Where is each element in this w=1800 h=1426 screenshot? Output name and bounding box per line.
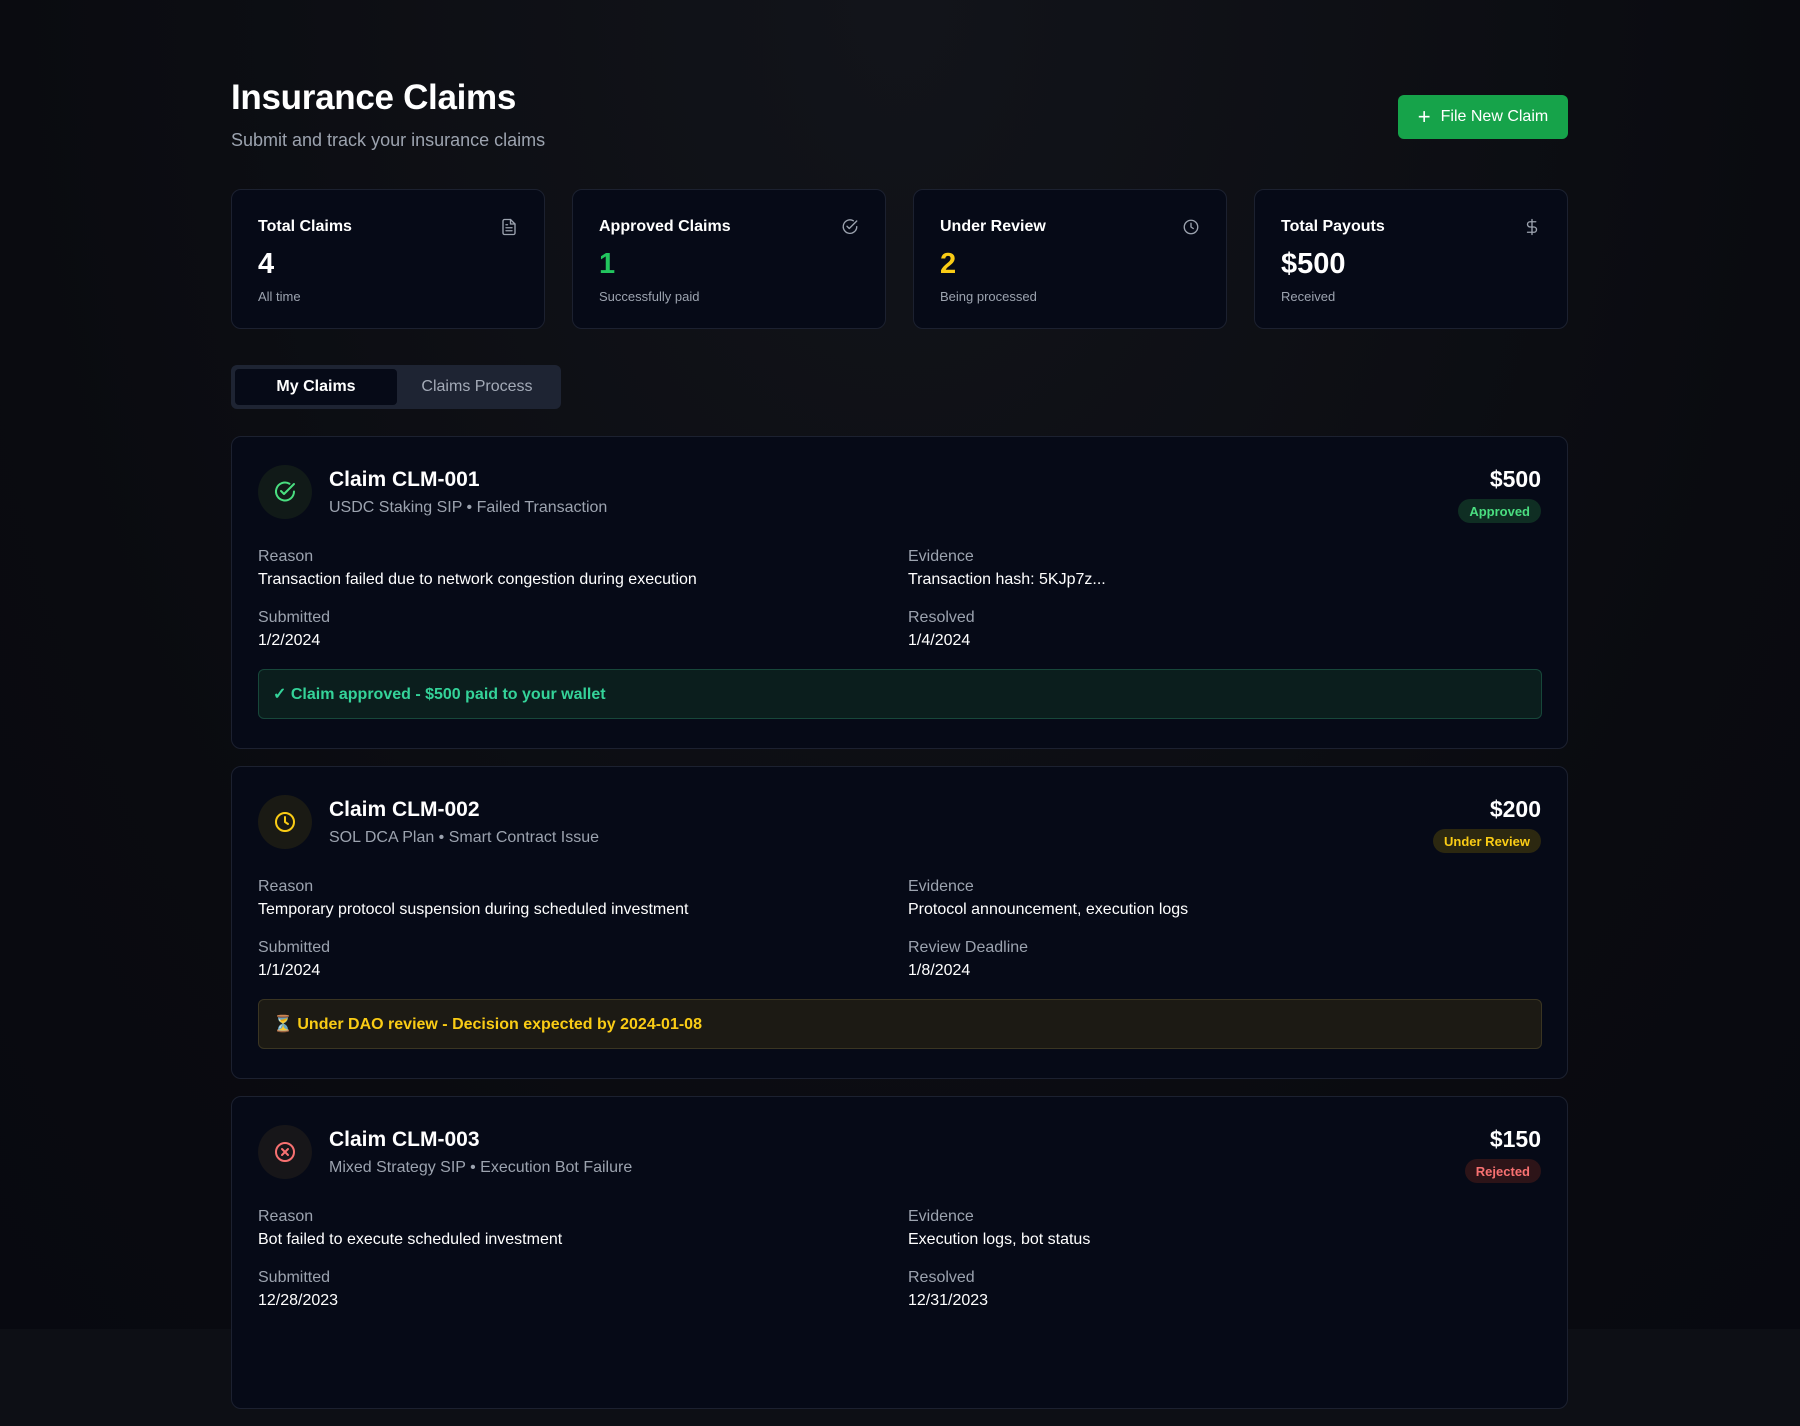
stat-card-under-review: Under Review 2 Being processed xyxy=(913,189,1227,329)
claim-title: Claim CLM-002 xyxy=(329,798,480,821)
submitted-field: Submitted 1/1/2024 xyxy=(258,939,330,980)
stat-card-total-payouts: Total Payouts $500 Received xyxy=(1254,189,1568,329)
claim-amount: $200 xyxy=(1489,796,1541,822)
dollar-icon xyxy=(1526,218,1538,236)
clock-icon xyxy=(275,812,295,832)
stat-value: 2 xyxy=(940,248,957,280)
field-value: Temporary protocol suspension during sch… xyxy=(258,901,689,918)
field-label: Submitted xyxy=(258,939,331,956)
claim-card: Claim CLM-003 Mixed Strategy SIP • Execu… xyxy=(231,1096,1568,1409)
field-value: Bot failed to execute scheduled investme… xyxy=(258,1231,563,1248)
x-circle-icon xyxy=(275,1142,295,1162)
file-new-claim-button[interactable]: + File New Claim xyxy=(1398,95,1568,139)
submitted-field: Submitted 12/28/2023 xyxy=(258,1269,338,1310)
field-label: Submitted xyxy=(258,1269,331,1286)
status-badge: Rejected xyxy=(1464,1159,1541,1183)
claim-amount: $150 xyxy=(1489,1126,1541,1152)
document-icon xyxy=(502,218,516,236)
stat-card-total-claims: Total Claims 4 All time xyxy=(231,189,545,329)
claim-status-icon-wrap xyxy=(258,465,312,519)
check-circle-icon xyxy=(842,219,858,235)
stat-value: 1 xyxy=(599,248,616,280)
page-title: Insurance Claims xyxy=(231,78,517,117)
claim-card: Claim CLM-001 USDC Staking SIP • Failed … xyxy=(231,436,1568,749)
evidence-field: Evidence Transaction hash: 5KJp7z... xyxy=(908,548,1106,589)
status-badge: Approved xyxy=(1458,499,1541,523)
evidence-field: Evidence Protocol announcement, executio… xyxy=(908,878,1188,919)
reason-field: Reason Bot failed to execute scheduled i… xyxy=(258,1208,562,1249)
tab-claims-process[interactable]: Claims Process xyxy=(397,369,557,405)
field-label: Review Deadline xyxy=(908,939,1029,956)
field-value: Execution logs, bot status xyxy=(908,1231,1091,1248)
tab-my-claims[interactable]: My Claims xyxy=(235,369,397,405)
stat-card-approved-claims: Approved Claims 1 Successfully paid xyxy=(572,189,886,329)
claim-meta: Mixed Strategy SIP • Execution Bot Failu… xyxy=(329,1159,633,1176)
stat-title: Approved Claims xyxy=(599,218,731,235)
field-value: 1/4/2024 xyxy=(908,632,971,649)
field-value: 12/28/2023 xyxy=(258,1292,339,1309)
stat-sub: Received xyxy=(1281,289,1336,304)
claim-amount: $500 xyxy=(1489,466,1541,492)
page-subtitle: Submit and track your insurance claims xyxy=(231,130,546,150)
field-label: Reason xyxy=(258,1208,314,1225)
claims-tabs: My Claims Claims Process xyxy=(231,365,561,409)
field-label: Evidence xyxy=(908,1208,974,1225)
resolved-field: Resolved 1/4/2024 xyxy=(908,609,975,650)
field-value: 1/8/2024 xyxy=(908,962,971,979)
stat-value: 4 xyxy=(258,248,275,280)
field-value: Transaction hash: 5KJp7z... xyxy=(908,571,1106,588)
evidence-field: Evidence Execution logs, bot status xyxy=(908,1208,1090,1249)
reason-field: Reason Transaction failed due to network… xyxy=(258,548,697,589)
resolved-field: Resolved 12/31/2023 xyxy=(908,1269,988,1310)
field-value: 12/31/2023 xyxy=(908,1292,989,1309)
check-circle-icon xyxy=(275,481,295,502)
stat-value: $500 xyxy=(1281,248,1346,280)
status-badge: Under Review xyxy=(1433,829,1541,853)
stat-title: Under Review xyxy=(940,218,1046,235)
review-deadline-field: Review Deadline 1/8/2024 xyxy=(908,939,1028,980)
claim-status-icon-wrap xyxy=(258,1125,312,1179)
main-container: Insurance Claims Submit and track your i… xyxy=(231,0,1568,1426)
field-label: Resolved xyxy=(908,609,975,626)
claim-meta: USDC Staking SIP • Failed Transaction xyxy=(329,499,608,516)
field-value: Protocol announcement, execution logs xyxy=(908,901,1189,918)
page-header: Insurance Claims Submit and track your i… xyxy=(231,0,1568,189)
claim-status-note: ⏳ Under DAO review - Decision expected b… xyxy=(258,999,1542,1049)
claim-title: Claim CLM-001 xyxy=(329,468,480,491)
field-label: Evidence xyxy=(908,878,974,895)
claim-status-note: ✓ Claim approved - $500 paid to your wal… xyxy=(258,669,1542,719)
clock-icon xyxy=(1183,219,1199,235)
stats-row: Total Claims 4 All time Approved Claims … xyxy=(231,189,1568,329)
plus-icon: + xyxy=(1417,104,1431,129)
claim-meta: SOL DCA Plan • Smart Contract Issue xyxy=(329,829,599,846)
field-label: Resolved xyxy=(908,1269,975,1286)
field-label: Evidence xyxy=(908,548,974,565)
claim-status-icon-wrap xyxy=(258,795,312,849)
field-value: Transaction failed due to network conges… xyxy=(258,571,697,588)
claim-card: Claim CLM-002 SOL DCA Plan • Smart Contr… xyxy=(231,766,1568,1079)
stat-title: Total Claims xyxy=(258,218,352,235)
field-label: Reason xyxy=(258,548,314,565)
stat-sub: Successfully paid xyxy=(599,289,700,304)
field-value: 1/2/2024 xyxy=(258,632,321,649)
claims-list: Claim CLM-001 USDC Staking SIP • Failed … xyxy=(231,436,1568,1409)
stat-title: Total Payouts xyxy=(1281,218,1385,235)
stat-sub: Being processed xyxy=(940,289,1037,304)
field-label: Reason xyxy=(258,878,314,895)
stat-sub: All time xyxy=(258,289,301,304)
file-new-claim-label: File New Claim xyxy=(1440,108,1549,125)
claim-title: Claim CLM-003 xyxy=(329,1128,480,1151)
submitted-field: Submitted 1/2/2024 xyxy=(258,609,330,650)
field-value: 1/1/2024 xyxy=(258,962,321,979)
field-label: Submitted xyxy=(258,609,331,626)
reason-field: Reason Temporary protocol suspension dur… xyxy=(258,878,688,919)
